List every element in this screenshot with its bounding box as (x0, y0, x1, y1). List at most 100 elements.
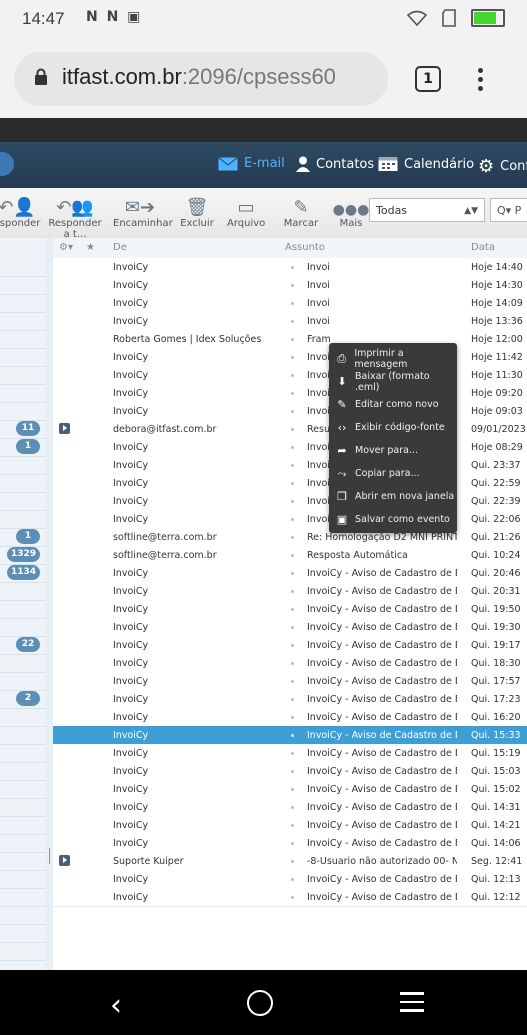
table-row[interactable]: InvoiCy InvoiCy - Aviso de Cadastro de Em… (53, 582, 527, 601)
table-row[interactable]: softline@terra.com.br Resposta Automática… (53, 546, 527, 565)
folder-item[interactable] (0, 888, 46, 907)
menu-item-code[interactable]: ‹› Exibir código-fonte (329, 416, 457, 439)
folder-item[interactable] (0, 960, 46, 970)
folder-item[interactable] (0, 600, 46, 619)
star-column-icon[interactable]: ★ (86, 242, 95, 253)
table-row[interactable]: InvoiCy InvoiCy - Aviso de Cadastro de Em… (53, 870, 527, 889)
folder-item[interactable] (0, 330, 46, 349)
message-from: InvoiCy (113, 406, 149, 417)
archive-button[interactable]: ▭ Arquivo (227, 192, 265, 229)
forward-icon: ✉➔ (124, 197, 156, 218)
table-row[interactable]: InvoiCy InvoiCy - Aviso de Cadastro de Em… (53, 816, 527, 835)
list-options-icon[interactable]: ⚙▾ (59, 242, 73, 253)
nav-email[interactable]: E-mail (218, 156, 285, 171)
folder-item[interactable] (0, 816, 46, 835)
table-row[interactable]: InvoiCy InvoiCy - Aviso de Cadastro de Em… (53, 672, 527, 691)
table-row[interactable]: InvoiCy InvoiCy - Aviso de Cadastro de Em… (53, 888, 527, 907)
recents-icon[interactable] (400, 992, 424, 1018)
folder-item[interactable] (0, 492, 46, 511)
nav-settings[interactable]: ⚙ Confi (478, 156, 527, 177)
table-row[interactable]: InvoiCy Invoi Hoje 13:36 (53, 312, 527, 331)
message-from: InvoiCy (113, 820, 149, 831)
menu-item-copy[interactable]: ⤳ Copiar para... (329, 462, 457, 485)
table-row[interactable]: InvoiCy InvoiCy - Aviso de Cadastro de Em… (53, 780, 527, 799)
table-row[interactable]: InvoiCy Invoi Hoje 14:30 (53, 276, 527, 295)
unread-count-badge: 11 (16, 421, 40, 436)
table-row[interactable]: InvoiCy InvoiCy - Aviso de Cadastro de Em… (53, 636, 527, 655)
folder-item[interactable] (0, 258, 46, 277)
folder-item[interactable] (0, 708, 46, 727)
folder-item[interactable] (0, 510, 46, 529)
folder-item[interactable] (0, 276, 46, 295)
table-row[interactable]: InvoiCy InvoiCy - Aviso de Cadastro de Em… (53, 654, 527, 673)
folder-item[interactable] (0, 780, 46, 799)
folder-item[interactable] (0, 402, 46, 421)
table-row[interactable]: InvoiCy InvoiCy - Aviso de Cadastro de Em… (53, 708, 527, 727)
more-button[interactable]: ●●● Mais (333, 192, 370, 229)
menu-item-move[interactable]: ➦ Mover para... (329, 439, 457, 462)
message-from: InvoiCy (113, 586, 149, 597)
folder-item[interactable] (0, 672, 46, 691)
folder-item[interactable] (0, 870, 46, 889)
table-row[interactable]: InvoiCy InvoiCy - Aviso de Cadastro de Em… (53, 564, 527, 583)
message-from: InvoiCy (113, 514, 149, 525)
folder-item[interactable] (0, 312, 46, 331)
folder-item[interactable] (0, 294, 46, 313)
menu-item-save-event[interactable]: ▣ Salvar como evento (329, 508, 457, 531)
folder-item[interactable] (0, 384, 46, 403)
table-row[interactable]: InvoiCy InvoiCy - Aviso de Cadastro de Em… (53, 690, 527, 709)
column-from[interactable]: De (113, 242, 127, 253)
forward-button[interactable]: ✉➔ Encaminhar (113, 192, 173, 229)
nav-contacts[interactable]: Contatos (296, 156, 374, 172)
filter-select[interactable]: Todas ▲▼ (369, 198, 485, 222)
folder-item[interactable] (0, 942, 46, 961)
tab-count-button[interactable]: 1 (415, 66, 441, 92)
table-row[interactable]: InvoiCy InvoiCy - Aviso de Cadastro de Em… (53, 618, 527, 637)
table-row[interactable]: InvoiCy InvoiCy - Aviso de Cadastro de Em… (53, 600, 527, 619)
menu-item-print[interactable]: ⎙ Imprimir a mensagem (329, 347, 457, 370)
home-icon[interactable] (247, 990, 273, 1016)
thread-toggle-icon[interactable] (59, 855, 70, 866)
folder-item[interactable] (0, 852, 46, 871)
folder-item[interactable] (0, 456, 46, 475)
folder-item[interactable] (0, 924, 46, 943)
folder-item[interactable] (0, 906, 46, 925)
folder-item[interactable] (0, 618, 46, 637)
pane-splitter[interactable] (46, 238, 53, 970)
delete-button[interactable]: 🗑 Excluir (177, 192, 217, 229)
column-subject[interactable]: Assunto (285, 242, 325, 253)
folder-item[interactable] (0, 834, 46, 853)
back-icon[interactable]: ‹ (110, 988, 122, 1023)
reply-all-button[interactable]: ↶👥 Responder a t... (44, 192, 106, 240)
table-row[interactable]: InvoiCy Invoi Hoje 14:09 (53, 294, 527, 313)
folder-item[interactable] (0, 726, 46, 745)
menu-item-new-window[interactable]: ❐ Abrir em nova janela (329, 485, 457, 508)
menu-item-edit[interactable]: ✎ Editar como novo (329, 393, 457, 416)
folder-item[interactable] (0, 582, 46, 601)
battery-icon (471, 9, 505, 27)
table-row[interactable]: InvoiCy InvoiCy - Aviso de Cadastro de Em… (53, 762, 527, 781)
folder-item[interactable] (0, 744, 46, 763)
mark-button[interactable]: ✎ Marcar (282, 192, 320, 229)
browser-menu-icon[interactable] (478, 64, 483, 95)
folder-item[interactable] (0, 474, 46, 493)
app-logo[interactable] (0, 152, 14, 176)
address-bar[interactable]: itfast.com.br:2096/cpsess60 (14, 52, 388, 106)
table-row[interactable]: InvoiCy Invoi Hoje 14:40 (53, 258, 527, 277)
table-row[interactable]: InvoiCy InvoiCy - Aviso de Cadastro de Em… (53, 744, 527, 763)
table-row[interactable]: InvoiCy InvoiCy - Aviso de Cadastro de Em… (53, 726, 527, 745)
folder-item[interactable] (0, 348, 46, 367)
folder-item[interactable] (0, 798, 46, 817)
thread-toggle-icon[interactable] (59, 423, 70, 434)
search-input[interactable]: Q▾ P (490, 198, 527, 222)
table-row[interactable]: Suporte Kuiper -8-Usuario não autorizado … (53, 852, 527, 871)
reply-button[interactable]: ↶👤 esponder (0, 192, 42, 229)
nav-calendar[interactable]: Calendário (378, 156, 474, 172)
column-date[interactable]: Data (471, 242, 495, 253)
menu-item-download[interactable]: ⬇ Baixar (formato .eml) (329, 370, 457, 393)
folder-item[interactable] (0, 762, 46, 781)
folder-item[interactable] (0, 366, 46, 385)
table-row[interactable]: InvoiCy InvoiCy - Aviso de Cadastro de Em… (53, 798, 527, 817)
table-row[interactable]: InvoiCy InvoiCy - Aviso de Cadastro de Em… (53, 834, 527, 853)
folder-item[interactable] (0, 654, 46, 673)
